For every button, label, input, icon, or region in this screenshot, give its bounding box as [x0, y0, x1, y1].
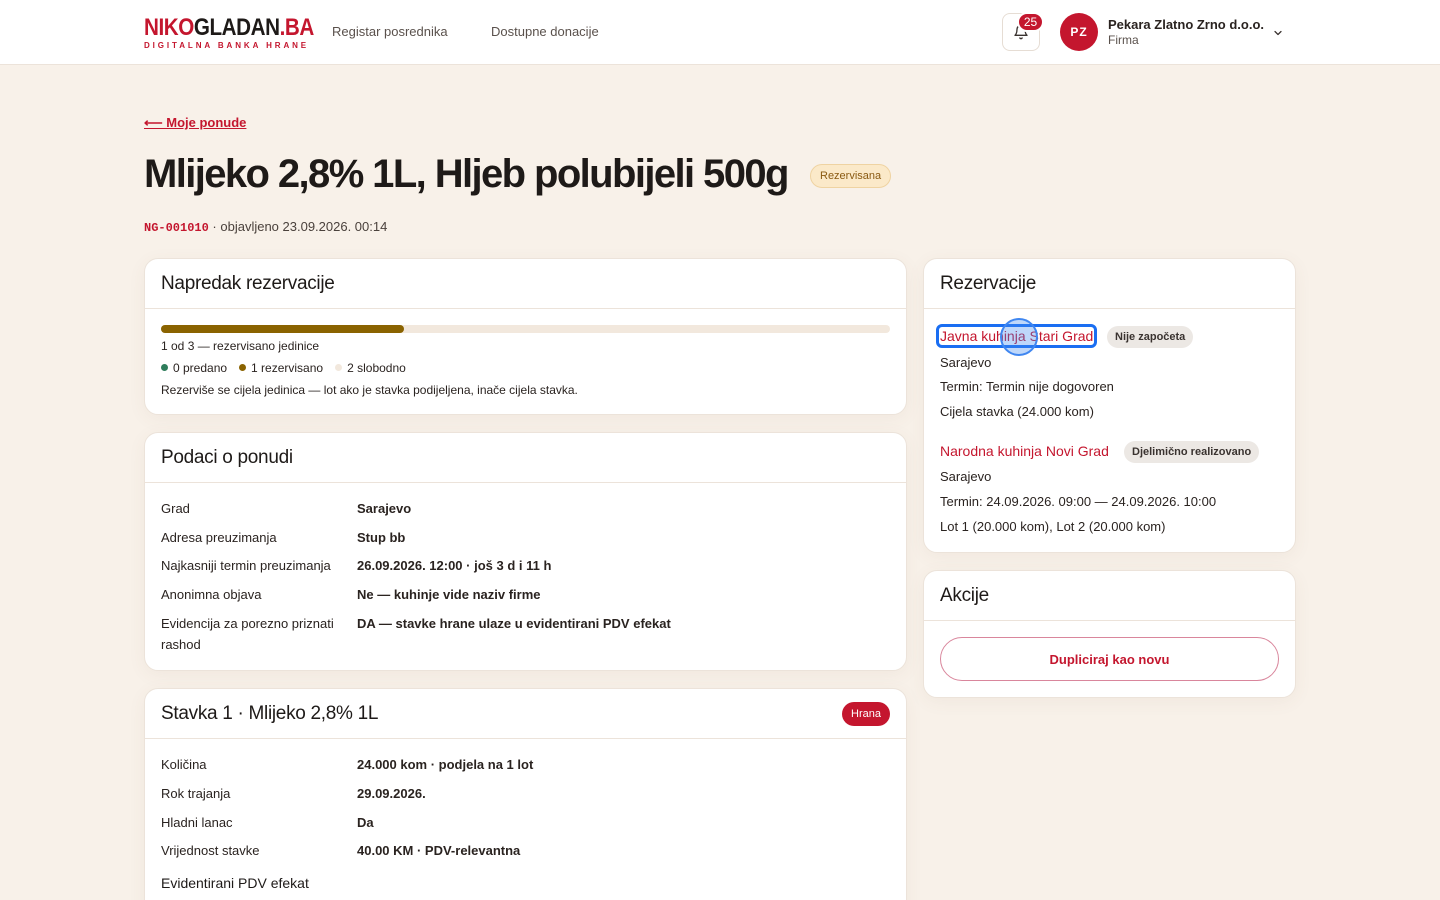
logo-wordmark: NIKOGLADAN.BA: [144, 14, 314, 41]
progress-card-title: Napredak rezervacije: [161, 272, 335, 294]
cursor-indicator: [1000, 318, 1038, 356]
legend-item: 1 rezervisano: [239, 361, 323, 375]
nav-registar-posrednika[interactable]: Registar posrednika: [332, 24, 448, 39]
offer-card-title: Podaci o ponudi: [161, 446, 293, 468]
back-link-moje-ponude[interactable]: ⟵ Moje ponude: [144, 115, 246, 131]
user-role: Firma: [1108, 33, 1139, 47]
vat-effect-heading: Evidentirani PDV efekat: [161, 875, 309, 891]
progress-summary: 1 od 3 — rezervisano jedinice: [161, 339, 320, 353]
chevron-down-icon[interactable]: [1272, 26, 1284, 44]
actions-card: Akcije Dupliciraj kao novu: [923, 570, 1296, 698]
reservation-progress-bar: [161, 325, 890, 333]
progress-note: Rezerviše se cijela jedinica — lot ako j…: [161, 383, 578, 397]
logo[interactable]: NIKOGLADAN.BA DIGITALNA BANKA HRANE: [144, 14, 342, 51]
offer-meta: NG-001010 · objavljeno 23.09.2026. 00:14: [144, 219, 387, 235]
nav-dostupne-donacije[interactable]: Dostupne donacije: [491, 24, 599, 39]
published-date: · objavljeno 23.09.2026. 00:14: [208, 219, 388, 234]
category-badge: Hrana: [842, 701, 890, 726]
dot-icon: [335, 364, 343, 371]
reservation-link-novi-grad[interactable]: Narodna kuhinja Novi Grad: [940, 443, 1109, 459]
reservation-amount: Cijela stavka (24.000 kom): [940, 404, 1094, 419]
status-badge: Rezervisana: [810, 164, 892, 188]
page-title: Mlijeko 2,8% 1L, Hljeb polubijeli 500g: [144, 152, 789, 196]
reservation-status-badge: Djelimično realizovano: [1124, 441, 1260, 463]
reservation-status-badge: Nije započeta: [1107, 326, 1194, 348]
reservation-term: Termin: Termin nije dogovoren: [940, 379, 1114, 394]
reservation-term: Termin: 24.09.2026. 09:00 — 24.09.2026. …: [940, 494, 1217, 509]
progress-legend: 0 predano 1 rezervisano 2 slobodno: [161, 361, 406, 375]
reservations-card: Rezervacije Javna kuhinja Stari Grad Nij…: [923, 258, 1296, 553]
dot-icon: [161, 364, 168, 371]
logo-subtitle: DIGITALNA BANKA HRANE: [144, 41, 310, 50]
offer-details-card: Podaci o ponudi Grad Sarajevo Adresa preu…: [144, 432, 907, 671]
reservation-amount: Lot 1 (20.000 kom), Lot 2 (20.000 kom): [940, 519, 1166, 534]
item-card-title: Stavka 1 · Mlijeko 2,8% 1L: [161, 702, 379, 724]
dot-icon: [239, 364, 247, 371]
avatar[interactable]: PZ: [1060, 13, 1098, 51]
legend-item: 2 slobodno: [335, 361, 406, 375]
legend-item: 0 predano: [161, 361, 227, 375]
progress-card: Napredak rezervacije 1 od 3 — rezervisan…: [144, 258, 907, 415]
notification-count-badge: 25: [1017, 12, 1044, 32]
reservations-card-title: Rezervacije: [940, 272, 1036, 294]
offer-code: NG-001010: [144, 221, 209, 235]
duplicate-button[interactable]: Dupliciraj kao novu: [940, 637, 1279, 681]
item-card: Stavka 1 · Mlijeko 2,8% 1L Hrana Količin…: [144, 688, 907, 900]
user-name[interactable]: Pekara Zlatno Zrno d.o.o.: [1108, 17, 1264, 32]
reservation-city: Sarajevo: [940, 355, 992, 370]
top-header: NIKOGLADAN.BA DIGITALNA BANKA HRANE Regi…: [0, 0, 1440, 65]
reservation-city: Sarajevo: [940, 469, 992, 484]
actions-card-title: Akcije: [940, 584, 989, 606]
progress-fill: [161, 325, 404, 333]
